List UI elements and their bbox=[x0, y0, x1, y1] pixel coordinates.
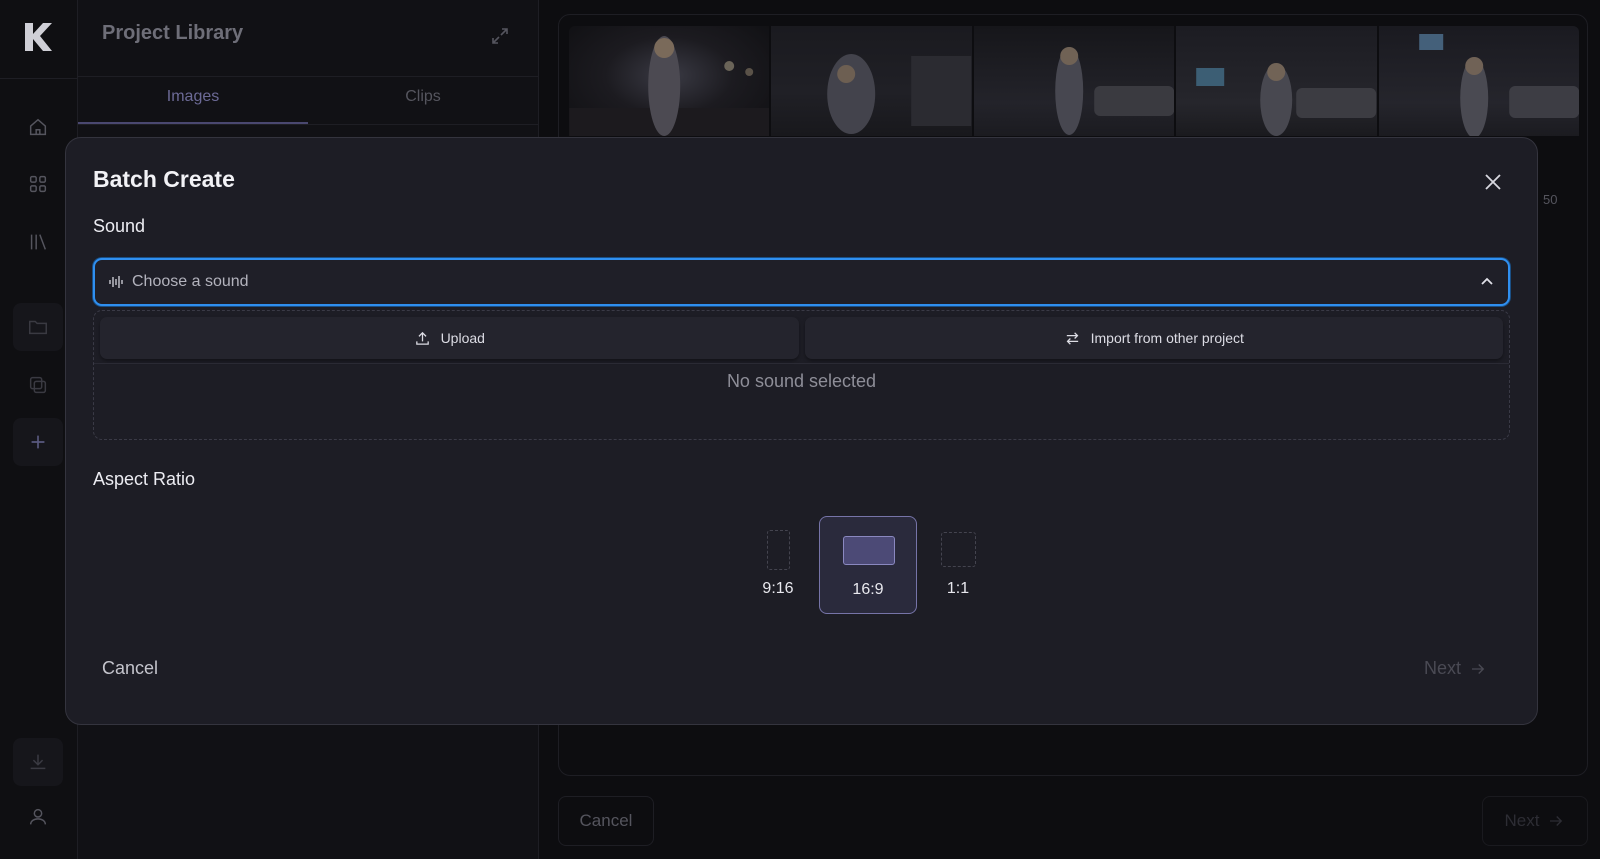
profile-button[interactable] bbox=[13, 793, 63, 841]
tab-clips[interactable]: Clips bbox=[308, 88, 538, 106]
rail-divider bbox=[0, 78, 78, 79]
image-count: 50 bbox=[1543, 192, 1558, 207]
upload-button[interactable]: Upload bbox=[100, 317, 799, 359]
waveform-icon bbox=[109, 276, 123, 288]
apps-button[interactable] bbox=[13, 160, 63, 208]
close-button[interactable] bbox=[1481, 170, 1505, 194]
sound-select-placeholder: Choose a sound bbox=[132, 273, 249, 290]
logo-icon[interactable] bbox=[22, 20, 54, 54]
copy-button[interactable] bbox=[13, 361, 63, 409]
download-button[interactable] bbox=[13, 738, 63, 786]
sound-select[interactable]: Choose a sound bbox=[93, 258, 1510, 306]
aspect-ratio-label: Aspect Ratio bbox=[93, 469, 196, 489]
sound-section-label: Sound bbox=[93, 216, 146, 236]
download-icon bbox=[30, 754, 46, 770]
image-thumbnail[interactable] bbox=[1378, 26, 1579, 136]
image-thumbnail[interactable] bbox=[1176, 26, 1377, 136]
background-cancel-button[interactable]: Cancel bbox=[558, 796, 654, 846]
close-icon bbox=[1485, 174, 1501, 190]
modal-title: Batch Create bbox=[93, 166, 235, 192]
library-button[interactable] bbox=[13, 218, 63, 266]
arrow-right-icon bbox=[1472, 663, 1485, 674]
sound-source-options: Upload Import from other project bbox=[100, 317, 1503, 359]
plus-icon bbox=[31, 435, 45, 449]
aspect-ratio-label-1-1: 1:1 bbox=[946, 580, 970, 597]
tab-images[interactable]: Images bbox=[78, 88, 308, 106]
library-title: Project Library bbox=[102, 22, 244, 44]
portrait-shape-icon bbox=[767, 530, 790, 570]
aspect-ratio-16-9[interactable]: 16:9 bbox=[819, 516, 917, 614]
folder-button[interactable] bbox=[13, 303, 63, 351]
aspect-ratio-1-1[interactable]: 1:1 bbox=[909, 516, 1007, 614]
aspect-ratio-options: 9:16 16:9 1:1 bbox=[729, 516, 989, 614]
arrow-right-icon bbox=[1550, 816, 1563, 826]
grid-icon bbox=[29, 175, 47, 193]
active-tab-indicator bbox=[78, 122, 308, 124]
expand-icon[interactable] bbox=[490, 26, 510, 46]
batch-create-modal: Batch Create Sound Choose a sound Upload… bbox=[65, 137, 1538, 725]
import-label: Import from other project bbox=[1090, 330, 1244, 346]
chevron-up-icon bbox=[1481, 277, 1493, 285]
image-thumbnail[interactable] bbox=[973, 26, 1175, 136]
library-icon bbox=[30, 234, 47, 250]
import-from-project-button[interactable]: Import from other project bbox=[804, 317, 1503, 359]
aspect-ratio-label-16-9: 16:9 bbox=[852, 581, 884, 598]
folder-icon bbox=[29, 320, 47, 335]
sound-dropzone[interactable]: Upload Import from other project No soun… bbox=[93, 310, 1510, 440]
aspect-ratio-9-16[interactable]: 9:16 bbox=[729, 516, 827, 614]
image-strip bbox=[569, 26, 1579, 136]
cancel-button[interactable]: Cancel bbox=[102, 658, 158, 679]
no-sound-message: No sound selected bbox=[726, 371, 877, 391]
upload-icon bbox=[415, 331, 429, 345]
square-shape-icon bbox=[941, 532, 976, 567]
background-next-button[interactable]: Next bbox=[1482, 796, 1588, 846]
swap-arrows-icon bbox=[1066, 331, 1078, 345]
image-thumbnail[interactable] bbox=[771, 26, 972, 136]
landscape-shape-icon bbox=[843, 536, 895, 565]
tab-divider bbox=[78, 124, 539, 125]
background-next-label: Next bbox=[1504, 811, 1540, 830]
user-icon bbox=[29, 808, 47, 825]
home-icon bbox=[29, 118, 47, 136]
create-button[interactable] bbox=[13, 418, 63, 466]
aspect-ratio-label-9-16: 9:16 bbox=[762, 580, 794, 597]
dropzone-divider bbox=[94, 363, 1509, 364]
next-label: Next bbox=[1424, 658, 1462, 678]
upload-label: Upload bbox=[440, 330, 485, 346]
library-header-divider bbox=[78, 76, 539, 77]
next-button[interactable]: Next bbox=[1424, 658, 1487, 679]
home-button[interactable] bbox=[13, 103, 63, 151]
image-thumbnail[interactable] bbox=[569, 26, 770, 136]
copy-icon bbox=[29, 376, 47, 394]
